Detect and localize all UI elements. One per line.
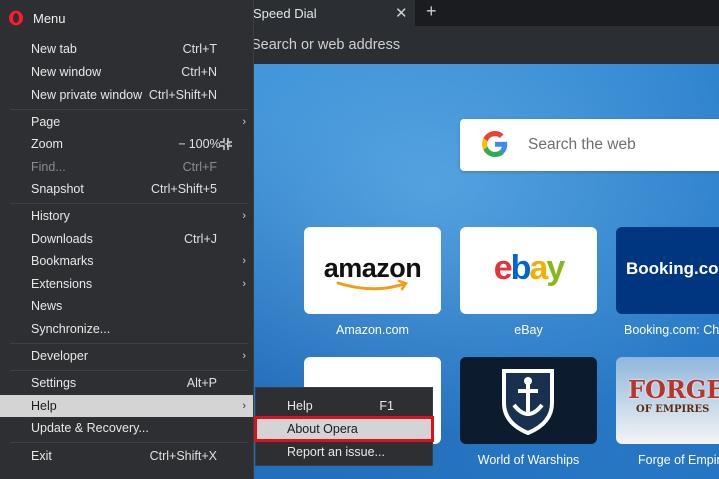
menu-divider — [10, 203, 248, 204]
shortcut: Ctrl+N — [181, 65, 217, 79]
zoom-out-button[interactable]: − — [178, 137, 185, 151]
menu-item-update-recovery[interactable]: Update & Recovery... — [0, 417, 253, 439]
menu-item-extensions[interactable]: Extensions › — [0, 273, 253, 295]
submenu-item-help[interactable]: Help F1 — [256, 395, 432, 417]
menu-divider — [10, 343, 248, 344]
menu-item-help[interactable]: Help › — [0, 395, 253, 417]
forge-of-empires-logo: FORGE OF EMPIRES — [628, 375, 719, 415]
menu-divider — [10, 442, 248, 443]
menu-item-new-tab[interactable]: New tab Ctrl+T — [0, 38, 253, 60]
tile-label-amazon[interactable]: Amazon.com — [304, 323, 441, 337]
tile-label-warships[interactable]: World of Warships — [460, 453, 597, 467]
menu-item-history[interactable]: History › — [0, 205, 253, 227]
tab-speed-dial[interactable]: Speed Dial ✕ — [245, 0, 415, 26]
menu-item-exit[interactable]: Exit Ctrl+Shift+X — [0, 445, 253, 467]
zoom-value: 100% — [188, 137, 221, 151]
menu-item-new-private-window[interactable]: New private window Ctrl+Shift+N — [0, 84, 253, 106]
menu-item-developer[interactable]: Developer › — [0, 345, 253, 367]
chevron-right-icon: › — [242, 278, 246, 290]
tile-label-ebay[interactable]: eBay — [460, 323, 597, 337]
chevron-right-icon: › — [242, 350, 246, 362]
new-tab-plus-icon[interactable]: + — [426, 1, 437, 22]
speed-dial-tile-amazon[interactable]: amazon — [304, 227, 441, 314]
warships-emblem-icon — [502, 369, 554, 435]
shortcut: F1 — [379, 399, 394, 413]
address-input[interactable]: Search or web address — [251, 37, 400, 53]
shortcut: Ctrl+Shift+X — [149, 449, 217, 463]
shortcut: Ctrl+Shift+5 — [150, 182, 217, 196]
shortcut: Ctrl+Shift+N — [148, 88, 217, 102]
tile-label-booking[interactable]: Booking.com: Ch — [616, 323, 719, 337]
submenu-item-about-opera[interactable]: About Opera — [254, 416, 434, 442]
menu-item-zoom: Zoom − 100% + — [31, 137, 233, 151]
chevron-right-icon: › — [242, 116, 246, 128]
ebay-logo: ebay — [493, 249, 566, 287]
menu-item-synchronize[interactable]: Synchronize... — [0, 318, 253, 340]
menu-item-new-window[interactable]: New window Ctrl+N — [0, 61, 253, 83]
booking-logo: Booking.co — [626, 259, 719, 278]
menu-divider — [10, 370, 248, 371]
google-g-icon — [482, 131, 508, 157]
speed-dial-tile-forge[interactable]: FORGE OF EMPIRES — [616, 357, 719, 444]
shortcut: Alt+P — [186, 376, 217, 390]
menu-item-find: Find... Ctrl+F — [31, 160, 217, 174]
tab-title: Speed Dial — [253, 5, 317, 21]
chevron-right-icon: › — [242, 255, 246, 267]
shortcut: Ctrl+F — [182, 160, 217, 174]
menu-divider — [10, 109, 248, 110]
close-icon[interactable]: ✕ — [395, 4, 408, 22]
speed-dial-tile-booking[interactable]: Booking.co — [616, 227, 719, 314]
help-submenu: Help F1 About Opera Report an issue... — [254, 387, 434, 466]
menu-item-news[interactable]: News — [0, 295, 253, 317]
menu-item-bookmarks[interactable]: Bookmarks › — [0, 250, 253, 272]
submenu-item-report-issue[interactable]: Report an issue... — [256, 441, 432, 463]
amazon-smile-icon — [336, 280, 408, 291]
speed-dial-tile-ebay[interactable]: ebay — [460, 227, 597, 314]
menu-item-snapshot[interactable]: Snapshot Ctrl+Shift+5 — [0, 178, 253, 200]
tile-label-forge[interactable]: Forge of Empir — [616, 453, 719, 467]
chevron-right-icon: › — [242, 400, 246, 412]
speed-dial-tile-warships[interactable] — [460, 357, 597, 444]
shortcut: Ctrl+T — [182, 42, 217, 56]
shortcut: Ctrl+J — [184, 232, 217, 246]
search-web-box[interactable]: Search the web — [460, 119, 719, 171]
opera-main-menu: Menu New tab Ctrl+T New window Ctrl+N Ne… — [0, 0, 254, 479]
menu-header: Menu — [8, 10, 66, 26]
menu-item-downloads[interactable]: Downloads Ctrl+J — [0, 228, 253, 250]
search-placeholder: Search the web — [528, 136, 636, 153]
opera-logo-icon — [9, 10, 23, 26]
fullscreen-icon[interactable] — [219, 137, 233, 151]
chevron-right-icon: › — [242, 210, 246, 222]
menu-item-settings[interactable]: Settings Alt+P — [0, 372, 253, 394]
menu-title: Menu — [33, 10, 66, 26]
menu-item-page[interactable]: Page › — [0, 111, 253, 133]
